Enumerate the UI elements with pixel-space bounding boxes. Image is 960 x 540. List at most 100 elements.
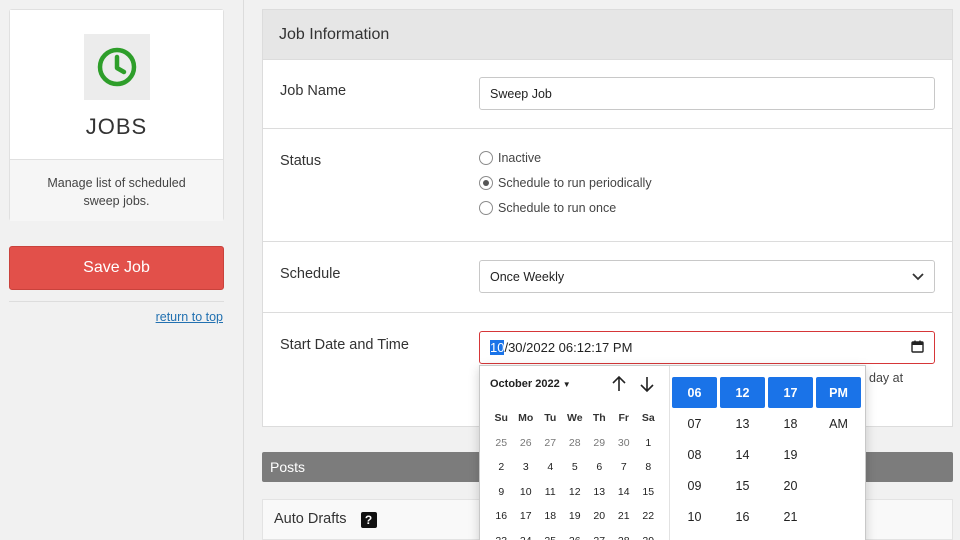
hour-option[interactable]: 10 bbox=[672, 501, 717, 532]
start-datetime-input[interactable]: 10/30/2022 06:12:17 PM bbox=[479, 331, 935, 364]
calendar-day[interactable]: 23 bbox=[489, 535, 514, 540]
status-row: Status Inactive Schedule to run periodic… bbox=[263, 129, 952, 242]
question-icon[interactable]: ? bbox=[360, 512, 377, 528]
start-date-label: Start Date and Time bbox=[280, 337, 409, 353]
calendar-day[interactable]: 1 bbox=[636, 437, 661, 449]
arrow-down-icon[interactable] bbox=[638, 374, 656, 394]
calendar: October 2022 ▼ Su Mo Tu We Th Fr Sa 25 26… bbox=[480, 366, 669, 540]
radio-once[interactable] bbox=[479, 201, 493, 215]
calendar-day[interactable]: 14 bbox=[612, 486, 637, 498]
calendar-day[interactable]: 30 bbox=[612, 437, 637, 449]
ampm-column: PM AM bbox=[816, 377, 861, 439]
schedule-select[interactable]: Once Weekly bbox=[479, 260, 935, 293]
calendar-day[interactable]: 17 bbox=[514, 510, 539, 522]
minute-option[interactable]: 15 bbox=[720, 470, 765, 501]
chevron-down-icon bbox=[912, 270, 924, 284]
radio-inactive[interactable] bbox=[479, 151, 493, 165]
time-picker: 06 07 08 09 10 12 13 14 15 16 17 18 19 20 21 PM AM bbox=[669, 366, 867, 540]
calendar-icon[interactable] bbox=[911, 340, 924, 356]
weekday-row: Su Mo Tu We Th Fr Sa bbox=[489, 406, 661, 431]
hour-option[interactable]: 09 bbox=[672, 470, 717, 501]
calendar-day[interactable]: 21 bbox=[612, 510, 637, 522]
status-option-label: Inactive bbox=[498, 151, 542, 165]
calendar-day[interactable]: 5 bbox=[563, 461, 588, 473]
second-option[interactable]: 17 bbox=[768, 377, 813, 408]
calendar-day[interactable]: 10 bbox=[514, 486, 539, 498]
minutes-column: 12 13 14 15 16 bbox=[720, 377, 765, 532]
jobs-card: JOBS Manage list of scheduled sweep jobs… bbox=[9, 9, 224, 221]
hour-option[interactable]: 06 bbox=[672, 377, 717, 408]
status-option-inactive[interactable]: Inactive bbox=[479, 151, 541, 165]
calendar-day[interactable]: 11 bbox=[538, 486, 563, 498]
calendar-day[interactable]: 28 bbox=[612, 535, 637, 540]
datetime-rest[interactable]: /30/2022 06:12:17 PM bbox=[504, 340, 632, 355]
week-row: 9 10 11 12 13 14 15 bbox=[489, 480, 661, 505]
calendar-day[interactable]: 4 bbox=[538, 461, 563, 473]
datetime-picker: October 2022 ▼ Su Mo Tu We Th Fr Sa 25 26… bbox=[479, 365, 866, 540]
calendar-day[interactable]: 24 bbox=[514, 535, 539, 540]
calendar-day[interactable]: 18 bbox=[538, 510, 563, 522]
calendar-day[interactable]: 8 bbox=[636, 461, 661, 473]
status-option-label: Schedule to run once bbox=[498, 201, 617, 215]
month-segment[interactable]: 10 bbox=[490, 340, 505, 355]
calendar-day[interactable]: 7 bbox=[612, 461, 637, 473]
divider bbox=[9, 301, 224, 302]
return-to-top-link[interactable]: return to top bbox=[156, 310, 223, 324]
calendar-day[interactable]: 22 bbox=[636, 510, 661, 522]
radio-periodic[interactable] bbox=[479, 176, 493, 190]
second-option[interactable]: 21 bbox=[768, 501, 813, 532]
ampm-option[interactable]: AM bbox=[816, 408, 861, 439]
minute-option[interactable]: 16 bbox=[720, 501, 765, 532]
calendar-day[interactable]: 25 bbox=[538, 535, 563, 540]
calendar-day[interactable]: 29 bbox=[636, 535, 661, 540]
calendar-day[interactable]: 27 bbox=[538, 437, 563, 449]
weekday-label: Fr bbox=[618, 412, 630, 425]
auto-drafts-label: Auto Drafts bbox=[274, 511, 347, 527]
ampm-option[interactable]: PM bbox=[816, 377, 861, 408]
calendar-day[interactable]: 15 bbox=[636, 486, 661, 498]
calendar-day[interactable]: 3 bbox=[514, 461, 539, 473]
calendar-day[interactable]: 27 bbox=[587, 535, 612, 540]
status-option-once[interactable]: Schedule to run once bbox=[479, 201, 616, 215]
datetime-value: 10/30/2022 06:12:17 PM bbox=[490, 340, 632, 355]
calendar-day[interactable]: 25 bbox=[489, 437, 514, 449]
minute-option[interactable]: 14 bbox=[720, 439, 765, 470]
arrow-up-icon[interactable] bbox=[610, 374, 628, 394]
status-option-periodic[interactable]: Schedule to run periodically bbox=[479, 176, 652, 190]
calendar-day[interactable]: 26 bbox=[563, 535, 588, 540]
calendar-grid: Su Mo Tu We Th Fr Sa 25 26 27 28 29 30 1 2 3 4 5 6 7… bbox=[489, 406, 661, 540]
calendar-day[interactable]: 16 bbox=[489, 510, 514, 522]
status-label: Status bbox=[280, 153, 322, 169]
second-option[interactable]: 18 bbox=[768, 408, 813, 439]
card-description: Manage list of scheduled sweep jobs. bbox=[10, 160, 223, 221]
week-row: 16 17 18 19 20 21 22 bbox=[489, 504, 661, 529]
schedule-value: Once Weekly bbox=[490, 269, 565, 284]
schedule-hint: day at bbox=[869, 371, 904, 385]
job-name-input[interactable]: Sweep Job bbox=[479, 77, 935, 110]
card-title: JOBS bbox=[85, 114, 148, 139]
minute-option[interactable]: 12 bbox=[720, 377, 765, 408]
calendar-day[interactable]: 29 bbox=[587, 437, 612, 449]
calendar-day[interactable]: 28 bbox=[563, 437, 588, 449]
calendar-day[interactable]: 19 bbox=[563, 510, 588, 522]
weekday-label: Tu bbox=[544, 412, 557, 425]
second-option[interactable]: 20 bbox=[768, 470, 813, 501]
month-dropdown[interactable]: October 2022 ▼ bbox=[490, 378, 571, 390]
calendar-day[interactable]: 26 bbox=[514, 437, 539, 449]
month-label: October 2022 bbox=[490, 378, 560, 390]
calendar-day[interactable]: 2 bbox=[489, 461, 514, 473]
second-option[interactable]: 19 bbox=[768, 439, 813, 470]
hour-option[interactable]: 07 bbox=[672, 408, 717, 439]
calendar-day[interactable]: 20 bbox=[587, 510, 612, 522]
calendar-day[interactable]: 6 bbox=[587, 461, 612, 473]
hour-option[interactable]: 08 bbox=[672, 439, 717, 470]
job-name-row: Job Name Sweep Job bbox=[263, 60, 952, 129]
minute-option[interactable]: 13 bbox=[720, 408, 765, 439]
week-row: 23242526272829 bbox=[489, 529, 661, 540]
save-job-button[interactable]: Save Job bbox=[9, 246, 224, 290]
calendar-day[interactable]: 13 bbox=[587, 486, 612, 498]
weekday-label: Sa bbox=[641, 412, 655, 425]
calendar-day[interactable]: 9 bbox=[489, 486, 514, 498]
calendar-day[interactable]: 12 bbox=[563, 486, 588, 498]
week-row: 2345678 bbox=[489, 455, 661, 480]
